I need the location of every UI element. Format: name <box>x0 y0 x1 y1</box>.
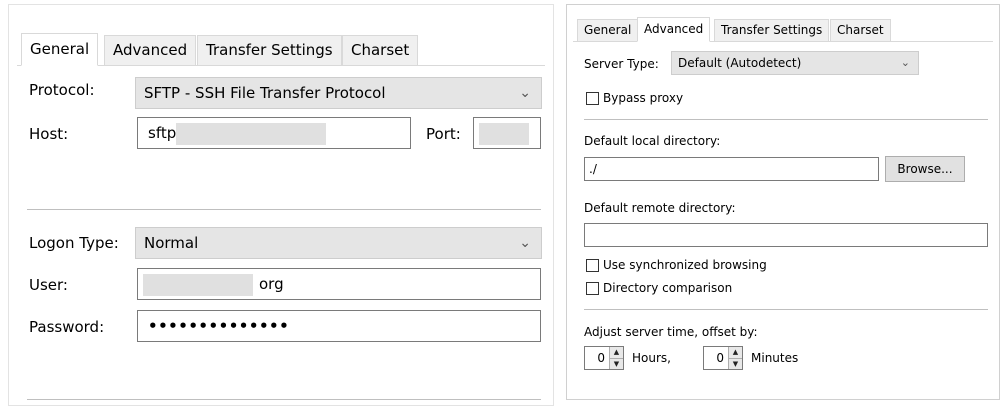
tab-charset[interactable]: Charset <box>342 35 419 66</box>
logon-type-value: Normal <box>144 234 199 252</box>
hours-label: Hours, <box>632 351 671 365</box>
chevron-down-icon: ⌄ <box>900 56 910 69</box>
password-label: Password: <box>29 318 105 336</box>
hours-value: 0 <box>597 351 605 365</box>
user-input[interactable]: org <box>137 268 541 300</box>
site-settings-advanced-panel: General Advanced Transfer Settings Chars… <box>566 4 1000 400</box>
tab-advanced[interactable]: Advanced <box>637 17 711 42</box>
protocol-label: Protocol: <box>29 81 95 99</box>
logon-type-select[interactable]: Normal ⌄ <box>135 227 542 259</box>
server-type-label: Server Type: <box>584 57 659 71</box>
local-dir-input[interactable]: ./ <box>584 157 879 181</box>
dir-comparison-label: Directory comparison <box>603 281 733 295</box>
tab-advanced[interactable]: Advanced <box>104 35 197 66</box>
chevron-down-icon: ⌄ <box>519 85 531 101</box>
section-divider <box>584 119 988 120</box>
minutes-value: 0 <box>716 351 724 365</box>
password-input[interactable]: •••••••••••••• <box>137 310 541 342</box>
section-divider <box>27 209 541 210</box>
user-value: org <box>259 275 284 293</box>
port-label: Port: <box>426 125 461 143</box>
remote-dir-input[interactable] <box>584 223 988 247</box>
tab-charset[interactable]: Charset <box>830 19 891 42</box>
minutes-label: Minutes <box>751 351 799 365</box>
hours-stepper-arrows[interactable]: ▲ ▼ <box>609 347 623 369</box>
redacted-block <box>479 122 529 145</box>
host-value: sftp <box>148 124 177 142</box>
sync-browsing-label: Use synchronized browsing <box>603 258 767 272</box>
protocol-select[interactable]: SFTP - SSH File Transfer Protocol ⌄ <box>135 77 542 109</box>
tab-general[interactable]: General <box>21 33 99 66</box>
hours-stepper[interactable]: 0 ▲ ▼ <box>584 346 624 370</box>
server-type-value: Default (Autodetect) <box>678 56 802 70</box>
user-label: User: <box>29 276 68 294</box>
chevron-down-icon: ⌄ <box>519 235 531 251</box>
site-settings-general-panel: General Advanced Transfer Settings Chars… <box>8 4 554 406</box>
arrow-up-icon[interactable]: ▲ <box>610 347 623 358</box>
bypass-proxy-checkbox[interactable] <box>586 92 599 105</box>
arrow-up-icon[interactable]: ▲ <box>729 347 742 358</box>
redacted-block <box>176 122 327 145</box>
dir-comparison-checkbox[interactable] <box>586 282 599 295</box>
minutes-stepper-arrows[interactable]: ▲ ▼ <box>728 347 742 369</box>
server-type-select[interactable]: Default (Autodetect) ⌄ <box>671 51 919 75</box>
tab-transfer-settings[interactable]: Transfer Settings <box>714 19 830 42</box>
local-dir-value: ./ <box>589 162 597 176</box>
sync-browsing-checkbox[interactable] <box>586 259 599 272</box>
password-value: •••••••••••••• <box>148 317 290 335</box>
offset-label: Adjust server time, offset by: <box>584 325 758 339</box>
host-input[interactable]: sftp <box>137 117 411 149</box>
bypass-proxy-label: Bypass proxy <box>603 91 684 105</box>
arrow-down-icon[interactable]: ▼ <box>729 358 742 369</box>
section-divider <box>27 399 541 400</box>
host-label: Host: <box>29 125 69 143</box>
local-dir-label: Default local directory: <box>584 134 721 148</box>
minutes-stepper[interactable]: 0 ▲ ▼ <box>703 346 743 370</box>
redacted-block <box>143 273 253 296</box>
tab-general[interactable]: General <box>577 19 639 42</box>
arrow-down-icon[interactable]: ▼ <box>610 358 623 369</box>
section-divider <box>584 309 988 310</box>
remote-dir-label: Default remote directory: <box>584 201 736 215</box>
browse-button[interactable]: Browse... <box>885 156 965 182</box>
protocol-value: SFTP - SSH File Transfer Protocol <box>144 84 386 102</box>
port-input[interactable] <box>473 117 541 149</box>
logon-type-label: Logon Type: <box>29 234 119 252</box>
tab-strip-divider <box>573 41 993 42</box>
tab-transfer-settings[interactable]: Transfer Settings <box>197 35 342 66</box>
